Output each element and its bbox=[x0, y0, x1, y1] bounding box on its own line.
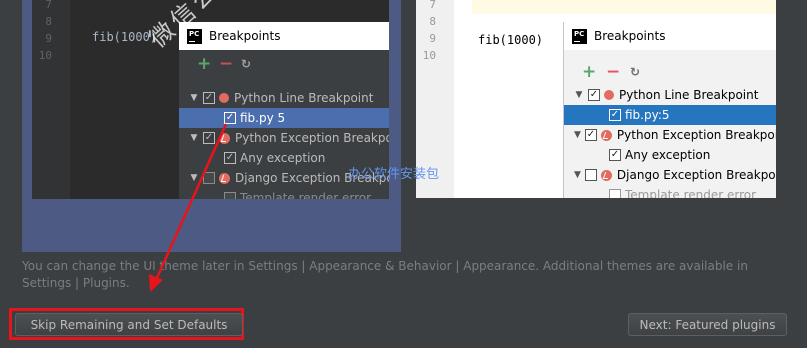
annotation-arrow-icon bbox=[149, 123, 228, 292]
skip-remaining-button[interactable]: Skip Remaining and Set Defaults bbox=[15, 313, 243, 336]
next-featured-plugins-button[interactable]: Next: Featured plugins bbox=[628, 313, 787, 336]
